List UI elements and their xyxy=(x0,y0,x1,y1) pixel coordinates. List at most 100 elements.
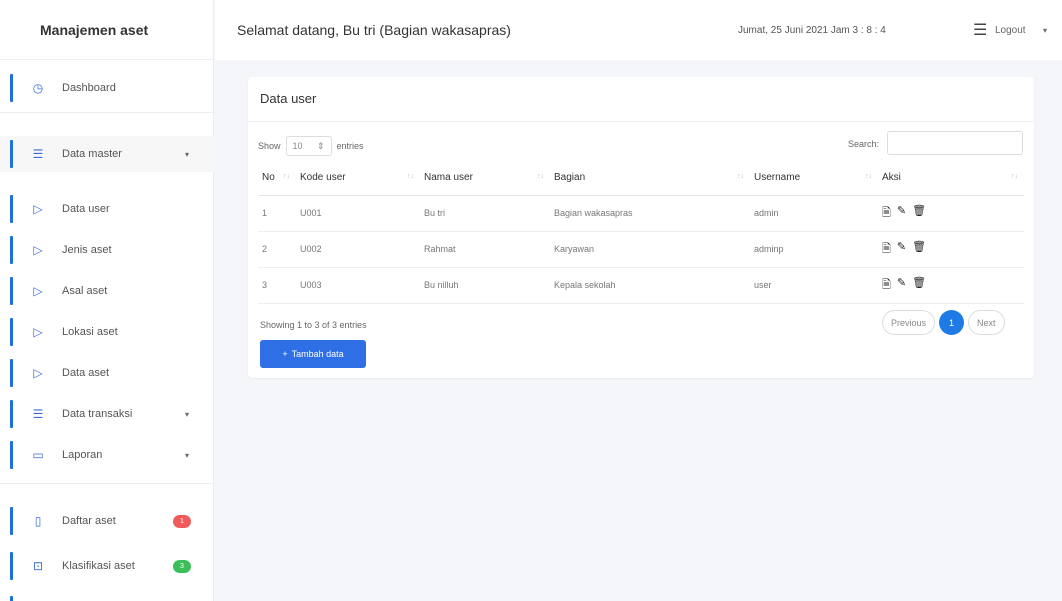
chevron-down-icon: ▾ xyxy=(185,149,190,159)
cell-aksi: 🗎 ✎ 🗑 xyxy=(878,195,1024,232)
sidebar-item-daftar-aset[interactable]: ▯ Daftar aset 1 xyxy=(0,503,214,539)
sidebar-item-data-aset[interactable]: ▷ Data aset xyxy=(0,355,214,391)
active-indicator xyxy=(10,236,13,264)
search-input[interactable] xyxy=(887,131,1023,155)
sidebar-item-data-user[interactable]: ▷ Data user xyxy=(0,191,214,227)
cell-bagian: Karyawan xyxy=(550,231,750,268)
column-header[interactable]: Nama user ↑↓ xyxy=(420,161,550,196)
brand-title: Manajemen aset xyxy=(0,0,213,60)
sidebar-item-label: Data user xyxy=(62,203,110,215)
column-header[interactable]: Username ↑↓ xyxy=(750,161,878,196)
sidebar-item-dashboard[interactable]: ◷ Dashboard xyxy=(0,70,214,106)
active-indicator xyxy=(10,596,13,601)
sort-icon: ↑↓ xyxy=(737,173,744,180)
entries-control: Show 10 ⇕ entries xyxy=(258,136,364,156)
active-indicator xyxy=(10,359,13,387)
cell-nama: Bu nilluh xyxy=(420,267,550,304)
edit-icon[interactable]: ✎ xyxy=(897,240,906,259)
sort-icon: ↑↓ xyxy=(283,173,290,180)
cell-no: 3 xyxy=(258,267,296,304)
delete-icon[interactable]: 🗑 xyxy=(912,276,926,295)
play-icon: ▷ xyxy=(33,202,43,216)
sidebar-item-label: Dashboard xyxy=(62,82,116,94)
play-icon: ▷ xyxy=(33,325,43,339)
sidebar-item-data-master[interactable]: ☰ Data master ▾ xyxy=(0,136,214,172)
add-data-button[interactable]: + Tambah data xyxy=(260,340,366,368)
list-icon: ☰ xyxy=(32,407,44,421)
cell-kode: U003 xyxy=(296,267,420,304)
active-indicator xyxy=(10,507,13,535)
entries-select[interactable]: 10 ⇕ xyxy=(285,136,332,156)
page-button-current[interactable]: 1 xyxy=(939,310,965,335)
logout-button[interactable]: Logout xyxy=(995,25,1026,36)
detail-icon[interactable]: 🗎 xyxy=(882,204,891,223)
sidebar-item-jenis-aset[interactable]: ▷ Jenis aset xyxy=(0,232,214,268)
delete-icon[interactable]: 🗑 xyxy=(912,204,926,223)
cell-no: 1 xyxy=(258,195,296,232)
cell-bagian: Bagian wakasapras xyxy=(550,195,750,232)
table-row: 1 U001 Bu tri Bagian wakasapras admin 🗎 ✎… xyxy=(258,195,1024,232)
active-indicator xyxy=(10,277,13,305)
list-icon: ☰ xyxy=(32,147,44,161)
sort-icon: ↑↓ xyxy=(537,173,544,180)
column-header[interactable]: Bagian ↑↓ xyxy=(550,161,750,196)
user-table: No ↑↓ Kode user ↑↓ Nama user ↑↓ Bagian ↑↓ Us… xyxy=(258,161,1024,304)
data-user-card: Data user Show 10 ⇕ entries Search: No ↑↓… xyxy=(248,77,1034,378)
cell-kode: U002 xyxy=(296,231,420,268)
divider xyxy=(0,483,214,484)
play-icon: ▷ xyxy=(33,284,43,298)
showing-info: Showing 1 to 3 of 3 entries xyxy=(260,320,367,330)
updown-icon: ⇕ xyxy=(316,140,325,151)
divider xyxy=(0,112,214,113)
next-button[interactable]: Next xyxy=(968,310,1005,335)
count-badge: 3 xyxy=(173,559,191,573)
cell-username: admin xyxy=(750,195,878,232)
file-icon: ▭ xyxy=(32,448,44,462)
column-header[interactable]: No ↑↓ xyxy=(258,161,296,196)
cell-no: 2 xyxy=(258,231,296,268)
previous-button[interactable]: Previous xyxy=(882,310,936,335)
menu-icon[interactable]: ☰ xyxy=(973,20,987,40)
top-bar: Selamat datang, Bu tri (Bagian wakasapra… xyxy=(215,0,1062,60)
sidebar-item-label: Klasifikasi aset xyxy=(62,560,135,572)
pagination: Previous 1 Next xyxy=(882,310,1005,335)
add-data-label: Tambah data xyxy=(291,349,344,359)
cell-aksi: 🗎 ✎ 🗑 xyxy=(878,231,1024,268)
cell-username: user xyxy=(750,267,878,304)
play-icon: ▷ xyxy=(33,243,43,257)
active-indicator xyxy=(10,318,13,346)
layout-icon: ⊡ xyxy=(32,559,44,573)
active-indicator xyxy=(10,552,13,580)
sidebar-item-label: Data master xyxy=(62,148,122,160)
show-label: Show xyxy=(258,141,281,151)
entries-value: 10 xyxy=(292,141,303,151)
sidebar-item-label: Lokasi aset xyxy=(62,326,118,338)
sidebar-item-klasifikasi-aset[interactable]: ⊡ Klasifikasi aset 3 xyxy=(0,548,214,584)
sidebar: Manajemen aset ◷ Dashboard ☰ Data master… xyxy=(0,0,214,601)
sidebar-item-data-transaksi[interactable]: ☰ Data transaksi ▾ xyxy=(0,396,214,432)
edit-icon[interactable]: ✎ xyxy=(897,276,906,295)
edit-icon[interactable]: ✎ xyxy=(897,204,906,223)
sidebar-item-label: Data transaksi xyxy=(62,408,133,420)
sidebar-item-lokasi-aset[interactable]: ▷ Lokasi aset xyxy=(0,314,214,350)
count-badge: 1 xyxy=(173,514,191,528)
table-row: 3 U003 Bu nilluh Kepala sekolah user 🗎 ✎ 🗑 xyxy=(258,267,1024,304)
card-title: Data user xyxy=(260,91,317,106)
active-indicator xyxy=(10,195,13,223)
cell-nama: Rahmat xyxy=(420,231,550,268)
column-header[interactable]: Aksi ↑↓ xyxy=(878,161,1024,196)
sort-icon: ↑↓ xyxy=(407,173,414,180)
sort-icon: ↑↓ xyxy=(1011,173,1018,180)
delete-icon[interactable]: 🗑 xyxy=(912,240,926,259)
column-header[interactable]: Kode user ↑↓ xyxy=(296,161,420,196)
plus-icon: + xyxy=(282,349,288,359)
active-indicator xyxy=(10,441,13,469)
entries-label: entries xyxy=(336,141,364,151)
sidebar-item-laporan[interactable]: ▭ Laporan ▾ xyxy=(0,437,214,473)
detail-icon[interactable]: 🗎 xyxy=(882,240,891,259)
detail-icon[interactable]: 🗎 xyxy=(882,276,891,295)
sidebar-item-asal-aset[interactable]: ▷ Asal aset xyxy=(0,273,214,309)
chevron-down-icon[interactable]: ▾ xyxy=(1043,26,1047,35)
search-label: Search: xyxy=(848,139,880,149)
cell-aksi: 🗎 ✎ 🗑 xyxy=(878,267,1024,304)
